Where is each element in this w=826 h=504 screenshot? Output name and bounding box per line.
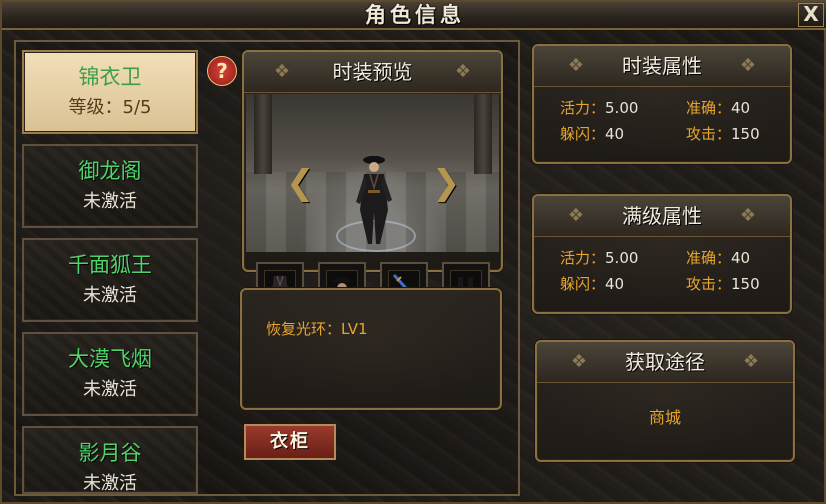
prev-arrow-button[interactable]: ❮ [286, 166, 315, 200]
character-preview-scene [246, 94, 499, 252]
skill-description-panel: 恢复光环：LV1 [240, 288, 502, 410]
stat-dodge: 躲闪：40 [560, 124, 624, 144]
stat-label: 准确： [686, 249, 732, 267]
stat-label: 准确： [686, 99, 732, 117]
stat-value: 40 [605, 125, 625, 143]
close-button[interactable]: X [798, 3, 824, 27]
scene-pillar [254, 94, 272, 174]
character-tab-damofeiyan[interactable]: 大漠飞烟 未激活 [22, 332, 198, 416]
ornament-right-icon: ❖ [739, 205, 757, 226]
character-status: 未激活 [83, 379, 137, 400]
panel-header: ❖ 时装属性 ❖ [534, 46, 790, 87]
stat-dodge: 躲闪：40 [560, 274, 624, 294]
character-status: 未激活 [83, 473, 137, 494]
ornament-right-icon: ❖ [742, 351, 760, 372]
stat-value: 40 [731, 99, 751, 117]
character-name: 大漠飞烟 [68, 347, 152, 371]
character-tab-jinyiwei[interactable]: 锦衣卫 等级：5/5 [22, 50, 198, 134]
character-status: 未激活 [83, 191, 137, 212]
fashion-preview-panel: ❖ 时装预览 ❖ ❮ ❯ [242, 50, 503, 310]
character-status: 未激活 [83, 285, 137, 306]
stat-label: 活力： [560, 249, 606, 267]
stat-value: 150 [731, 125, 760, 143]
character-name: 御龙阁 [78, 159, 142, 183]
ornament-right-icon: ❖ [739, 55, 757, 76]
stat-label: 攻击： [686, 275, 732, 293]
stat-attack: 攻击：150 [686, 124, 760, 144]
stat-label: 活力： [560, 99, 606, 117]
help-button[interactable]: ? [207, 56, 237, 86]
stat-value: 40 [605, 275, 625, 293]
acquisition-panel: ❖ 获取途径 ❖ 商城 [535, 340, 795, 462]
character-info-window: 角色信息 X 锦衣卫 等级：5/5 御龙阁 未激活 千面狐王 未激活 大漠飞烟 … [0, 0, 826, 504]
window-title: 角色信息 [365, 2, 465, 27]
stat-value: 40 [731, 249, 751, 267]
stat-label: 攻击： [686, 125, 732, 143]
panel-header: ❖ 时装预览 ❖ [244, 52, 501, 93]
ornament-right-icon: ❖ [454, 61, 472, 82]
stat-accuracy: 准确：40 [686, 98, 750, 118]
stat-value: 5.00 [605, 249, 639, 267]
stat-vitality: 活力：5.00 [560, 98, 638, 118]
character-level: 等级：5/5 [68, 97, 152, 118]
character-tab-yingyuegu[interactable]: 影月谷 未激活 [22, 426, 198, 494]
panel-header: ❖ 获取途径 ❖ [537, 342, 793, 383]
character-name: 锦衣卫 [78, 65, 142, 89]
stat-vitality: 活力：5.00 [560, 248, 638, 268]
acquisition-source-link[interactable]: 商城 [537, 404, 793, 428]
skill-description: 恢复光环：LV1 [266, 320, 368, 338]
stat-value: 150 [731, 275, 760, 293]
panel-header: ❖ 满级属性 ❖ [534, 196, 790, 237]
character-name: 影月谷 [78, 441, 142, 465]
character-name: 千面狐王 [68, 253, 152, 277]
character-model [356, 156, 392, 244]
stat-accuracy: 准确：40 [686, 248, 750, 268]
stat-value: 5.00 [605, 99, 639, 117]
title-bar: 角色信息 X [2, 2, 826, 30]
next-arrow-button[interactable]: ❯ [432, 166, 461, 200]
stat-attack: 攻击：150 [686, 274, 760, 294]
scene-pillar [474, 94, 492, 174]
character-tab-qianmianhuwang[interactable]: 千面狐王 未激活 [22, 238, 198, 322]
max-level-attributes-panel: ❖ 满级属性 ❖ 活力：5.00 准确：40 躲闪：40 攻击：150 [532, 194, 792, 314]
fashion-attributes-panel: ❖ 时装属性 ❖ 活力：5.00 准确：40 躲闪：40 攻击：150 [532, 44, 792, 164]
wardrobe-button[interactable]: 衣柜 [244, 424, 336, 460]
stat-label: 躲闪： [560, 125, 606, 143]
character-tab-yulongge[interactable]: 御龙阁 未激活 [22, 144, 198, 228]
stat-label: 躲闪： [560, 275, 606, 293]
